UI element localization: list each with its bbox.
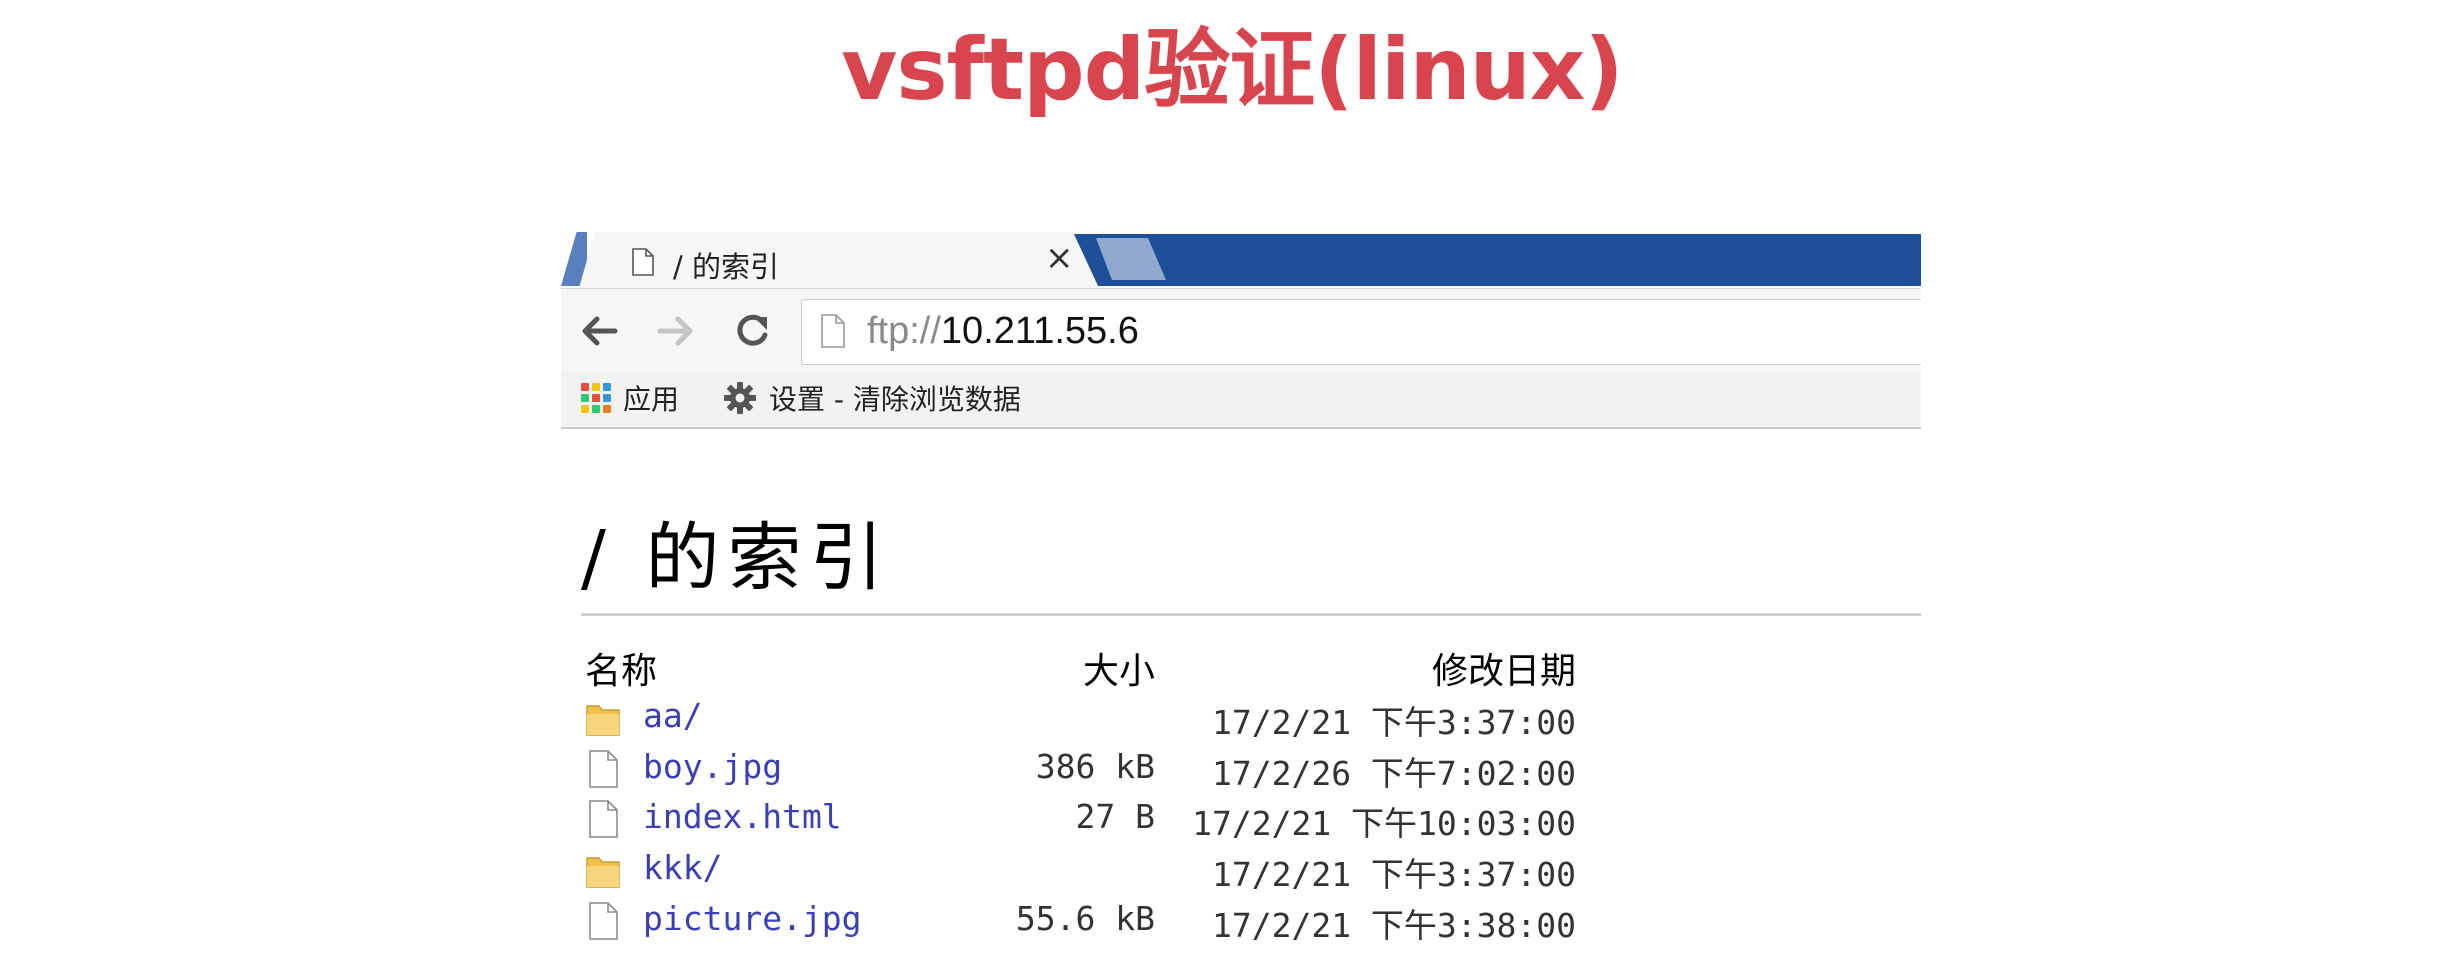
column-header-size[interactable]: 大小 (1083, 642, 1155, 694)
file-modified: 17/2/26 下午7:02:00 (1211, 754, 1576, 793)
bookmark-settings-label: 设置 - 清除浏览数据 (769, 383, 1021, 416)
folder-icon (586, 705, 620, 736)
page-heading: / 的索引 (581, 515, 892, 601)
bookmark-settings[interactable]: 设置 - 清除浏览数据 (723, 380, 1021, 416)
file-link[interactable]: aa/ (643, 696, 703, 735)
forward-arrow-icon[interactable] (654, 309, 698, 353)
gear-icon (724, 382, 756, 414)
bookmark-apps-label: 应用 (623, 383, 680, 416)
file-row: picture.jpg 55.6 kB 17/2/21 下午3:38:00 (561, 895, 1921, 945)
bookmark-apps[interactable]: 应用 (581, 380, 679, 416)
folder-icon (586, 857, 620, 888)
divider (581, 613, 1921, 616)
back-arrow-icon[interactable] (577, 309, 621, 353)
file-icon (589, 750, 618, 788)
close-tab-button[interactable]: × (1045, 238, 1074, 278)
tab-active[interactable]: / 的索引 × (579, 232, 1099, 288)
tab-strip: / 的索引 × (561, 230, 1921, 288)
column-header-name[interactable]: 名称 (585, 642, 657, 694)
file-modified: 17/2/21 下午3:37:00 (1211, 855, 1576, 894)
file-size: 55.6 kB (1015, 899, 1155, 938)
browser-window: / 的索引 × ftp://10.211.55.6 应用 设置 - 清除浏览数据… (561, 230, 1921, 955)
column-header-modified[interactable]: 修改日期 (1432, 642, 1576, 694)
page-content: / 的索引 名称 大小 修改日期 aa/ 17/2/21 下午3:37:00 b… (561, 430, 1921, 955)
address-url: ftp://10.211.55.6 (867, 310, 1139, 353)
file-row: aa/ 17/2/21 下午3:37:00 (561, 692, 1921, 742)
file-link[interactable]: boy.jpg (643, 747, 782, 786)
file-link[interactable]: kkk/ (643, 848, 722, 887)
file-modified: 17/2/21 下午10:03:00 (1192, 804, 1576, 843)
bookmarks-bar: 应用 设置 - 清除浏览数据 (561, 370, 1921, 429)
address-bar[interactable]: ftp://10.211.55.6 (801, 299, 1921, 365)
toolbar: ftp://10.211.55.6 (561, 288, 1921, 371)
file-row: boy.jpg 386 kB 17/2/26 下午7:02:00 (561, 743, 1921, 793)
file-link[interactable]: index.html (643, 797, 842, 836)
page-icon (821, 314, 845, 348)
url-host: 10.211.55.6 (940, 310, 1139, 352)
file-size: 386 kB (1035, 747, 1155, 786)
reload-icon[interactable] (730, 309, 774, 353)
file-row: kkk/ 17/2/21 下午3:37:00 (561, 844, 1921, 894)
file-row: index.html 27 B 17/2/21 下午10:03:00 (561, 793, 1921, 843)
file-icon (589, 902, 618, 940)
file-modified: 17/2/21 下午3:37:00 (1211, 703, 1576, 742)
file-link[interactable]: picture.jpg (643, 899, 862, 938)
apps-grid-icon (581, 383, 611, 413)
url-scheme: ftp:// (867, 310, 941, 352)
file-size: 27 B (1075, 797, 1155, 836)
tab-strip-background (1071, 234, 1921, 286)
page-icon (632, 248, 654, 276)
file-icon (589, 800, 618, 838)
slide-title: vsftpd验证(linux) (841, 20, 1623, 120)
tab-title: / 的索引 (673, 250, 779, 284)
file-modified: 17/2/21 下午3:38:00 (1211, 906, 1576, 945)
